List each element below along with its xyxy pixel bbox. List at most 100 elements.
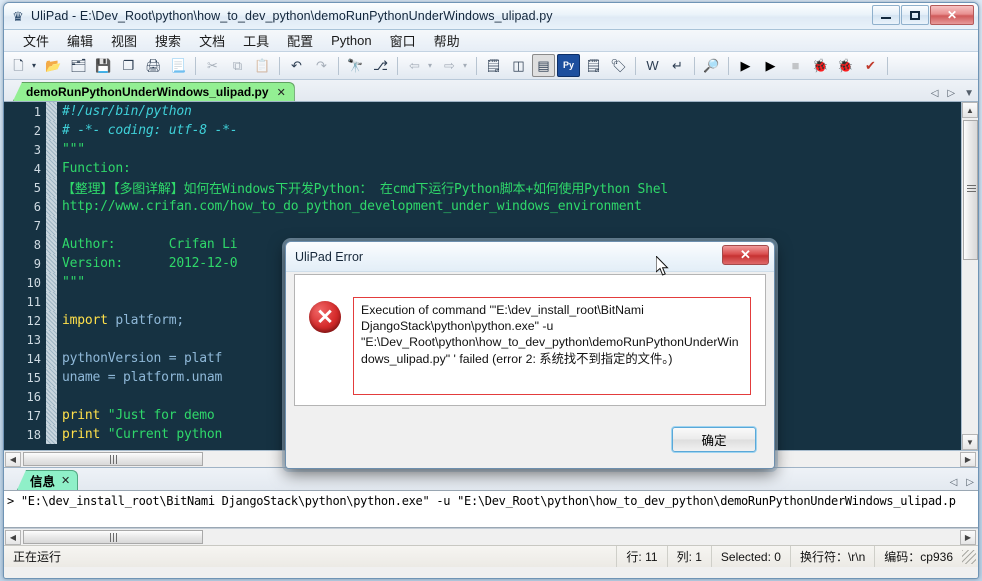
- panel-tab-prev-icon[interactable]: ◁: [950, 477, 958, 488]
- maximize-button[interactable]: [901, 5, 929, 25]
- panel-tab-messages[interactable]: 信息 ✕: [17, 470, 79, 490]
- panel-scroll-right-icon[interactable]: ▶: [960, 529, 976, 545]
- replace-icon[interactable]: ⎇: [369, 54, 392, 77]
- stop-icon[interactable]: ■: [784, 54, 807, 77]
- tag-icon[interactable]: 🏷: [607, 54, 630, 77]
- fold-margin[interactable]: [46, 368, 57, 387]
- code-line[interactable]: 1 #!/usr/bin/python: [4, 102, 961, 121]
- resize-grip-icon[interactable]: [962, 549, 976, 564]
- run-step-icon[interactable]: ▶: [759, 54, 782, 77]
- menu-help[interactable]: 帮助: [425, 30, 469, 51]
- code-line[interactable]: 5 【整理】【多图详解】如何在Windows下开发Python： 在cmd下运行P…: [4, 178, 961, 197]
- code-line[interactable]: 3 """: [4, 140, 961, 159]
- fold-margin[interactable]: [46, 406, 57, 425]
- menu-window[interactable]: 窗口: [381, 30, 425, 51]
- fold-margin[interactable]: [46, 102, 57, 121]
- panel-tab-close-icon[interactable]: ✕: [61, 474, 70, 487]
- back-dropdown-icon[interactable]: ▾: [424, 54, 436, 77]
- editor-scroll-down-icon[interactable]: ▼: [962, 434, 978, 450]
- whitespace-icon[interactable]: ↵: [666, 54, 689, 77]
- fold-margin[interactable]: [46, 349, 57, 368]
- python-shell-icon[interactable]: Py: [557, 54, 580, 77]
- inspect-icon[interactable]: 🔎: [700, 54, 723, 77]
- menu-file[interactable]: 文件: [14, 30, 58, 51]
- split-horizontal-icon[interactable]: ▤: [532, 54, 555, 77]
- tab-next-icon[interactable]: ▷: [947, 88, 955, 99]
- back-icon[interactable]: ⇦: [403, 54, 426, 77]
- open-folder-icon[interactable]: 🗂: [67, 54, 90, 77]
- editor-tab-close-icon[interactable]: ✕: [277, 86, 286, 99]
- run-icon[interactable]: ▶: [734, 54, 757, 77]
- fold-margin[interactable]: [46, 254, 57, 273]
- code-line[interactable]: 6 http://www.crifan.com/how_to_do_python_…: [4, 197, 961, 216]
- preferences-icon[interactable]: 🗒: [482, 54, 505, 77]
- editor-scroll-left-icon[interactable]: ◀: [5, 451, 21, 467]
- new-file-dropdown-icon[interactable]: ▾: [28, 54, 40, 77]
- menu-search[interactable]: 搜索: [146, 30, 190, 51]
- find-icon[interactable]: 🔭: [344, 54, 367, 77]
- editor-scroll-up-icon[interactable]: ▲: [962, 102, 978, 118]
- status-message: 正在运行: [13, 550, 62, 564]
- close-window-button[interactable]: ✕: [930, 5, 974, 25]
- fold-margin[interactable]: [46, 235, 57, 254]
- fold-margin[interactable]: [46, 425, 57, 444]
- fold-margin[interactable]: [46, 311, 57, 330]
- fold-margin[interactable]: [46, 159, 57, 178]
- print-preview-icon[interactable]: 📃: [167, 54, 190, 77]
- note-icon[interactable]: 🗒: [582, 54, 605, 77]
- menu-edit[interactable]: 编辑: [58, 30, 102, 51]
- save-all-icon[interactable]: ❐: [117, 54, 140, 77]
- panel-tab-next-icon[interactable]: ▷: [966, 477, 974, 488]
- check-spelling-icon[interactable]: ✔: [859, 54, 882, 77]
- editor-tab-demorunpythonunderwindows[interactable]: demoRunPythonUnderWindows_ulipad.py ✕: [13, 82, 295, 101]
- fold-margin[interactable]: [46, 273, 57, 292]
- editor-vscroll-track[interactable]: [962, 260, 978, 434]
- code-line[interactable]: 7: [4, 216, 961, 235]
- print-icon[interactable]: 🖨: [142, 54, 165, 77]
- fold-margin[interactable]: [46, 197, 57, 216]
- fold-margin[interactable]: [46, 216, 57, 235]
- fold-margin[interactable]: [46, 140, 57, 159]
- menu-document[interactable]: 文档: [190, 30, 234, 51]
- panel-output-text[interactable]: > "E:\dev_install_root\BitNami DjangoSta…: [4, 490, 978, 528]
- editor-vscroll-thumb[interactable]: [963, 120, 978, 260]
- debug-run-icon[interactable]: 🐞: [834, 54, 857, 77]
- new-file-icon[interactable]: 🗋: [7, 54, 30, 77]
- fold-margin[interactable]: [46, 330, 57, 349]
- copy-icon[interactable]: ⧉: [226, 54, 249, 77]
- fold-margin[interactable]: [46, 292, 57, 311]
- forward-icon[interactable]: ⇨: [438, 54, 461, 77]
- tab-prev-icon[interactable]: ◁: [931, 88, 939, 99]
- minimize-button[interactable]: [872, 5, 900, 25]
- panel-hscroll-thumb[interactable]: [23, 530, 203, 544]
- panel-scroll-left-icon[interactable]: ◀: [5, 529, 21, 545]
- debug-icon[interactable]: 🐞: [809, 54, 832, 77]
- tab-list-icon[interactable]: ▼: [964, 88, 974, 99]
- forward-dropdown-icon[interactable]: ▾: [459, 54, 471, 77]
- menu-tools[interactable]: 工具: [234, 30, 278, 51]
- dialog-close-button[interactable]: ✕: [722, 245, 769, 265]
- cut-icon[interactable]: ✂: [201, 54, 224, 77]
- save-icon[interactable]: 💾: [92, 54, 115, 77]
- error-dialog: UliPad Error ✕ ✕ Execution of command '"…: [285, 241, 775, 469]
- split-vertical-icon[interactable]: ◫: [507, 54, 530, 77]
- open-file-icon[interactable]: 📂: [42, 54, 65, 77]
- undo-icon[interactable]: ↶: [285, 54, 308, 77]
- menu-view[interactable]: 视图: [102, 30, 146, 51]
- fold-margin[interactable]: [46, 387, 57, 406]
- redo-icon[interactable]: ↷: [310, 54, 333, 77]
- panel-horizontal-scrollbar[interactable]: ◀ ▶: [4, 528, 978, 545]
- fold-margin[interactable]: [46, 178, 57, 197]
- editor-vertical-scrollbar[interactable]: ▲ ▼: [961, 102, 978, 450]
- dialog-ok-button[interactable]: 确定: [672, 426, 756, 452]
- menu-config[interactable]: 配置: [278, 30, 322, 51]
- wrap-lines-icon[interactable]: W: [641, 54, 664, 77]
- paste-icon[interactable]: 📋: [251, 54, 274, 77]
- editor-scroll-right-icon[interactable]: ▶: [960, 451, 976, 467]
- line-number: 9: [4, 256, 46, 271]
- menu-python[interactable]: Python: [322, 32, 380, 49]
- editor-hscroll-thumb[interactable]: [23, 452, 203, 466]
- fold-margin[interactable]: [46, 121, 57, 140]
- code-line[interactable]: 4 Function:: [4, 159, 961, 178]
- code-line[interactable]: 2 # -*- coding: utf-8 -*-: [4, 121, 961, 140]
